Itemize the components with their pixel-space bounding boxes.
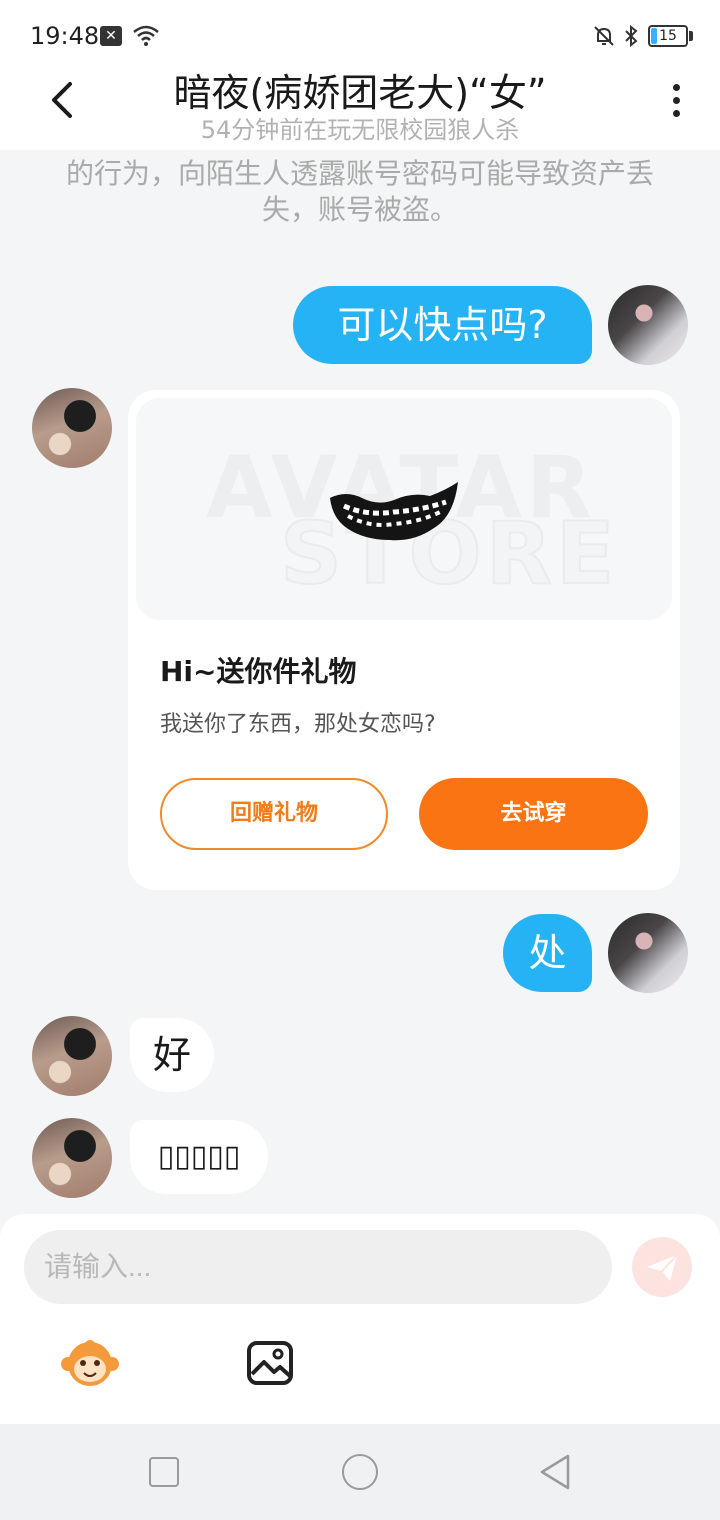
return-gift-button[interactable]: 回赠礼物	[160, 778, 388, 850]
more-vertical-icon[interactable]	[664, 84, 688, 124]
message-bubble-incoming[interactable]: ▯▯▯▯▯	[130, 1120, 268, 1194]
message-bubble-outgoing[interactable]: 处	[503, 914, 592, 992]
monkey-emoji-icon[interactable]	[60, 1336, 120, 1388]
notification-x-icon: ✕	[100, 26, 122, 46]
gift-lips-icon	[330, 482, 458, 541]
security-notice: 谨防以买号、代充值、代练等名义索要账号和密码的行为，向陌生人透露账号密码可能导致…	[52, 150, 668, 226]
my-avatar[interactable]	[608, 913, 688, 993]
status-time: 19:48	[30, 22, 100, 50]
send-button[interactable]	[632, 1237, 692, 1297]
gift-card-description: 我送你了东西，那处女恋吗?	[160, 712, 436, 737]
contact-avatar[interactable]	[32, 1118, 112, 1198]
paper-plane-icon	[647, 1254, 678, 1281]
battery-text: 15	[659, 28, 677, 44]
recent-apps-icon[interactable]	[149, 1457, 179, 1487]
gift-image[interactable]: AVATAR STORE	[136, 398, 672, 620]
nav-back-icon[interactable]	[538, 1452, 572, 1492]
message-bubble-incoming[interactable]: 好	[130, 1018, 214, 1092]
contact-avatar[interactable]	[32, 1016, 112, 1096]
battery-indicator: 15	[648, 25, 688, 47]
chat-title: 暗夜(病娇团老大)“女”	[173, 71, 547, 115]
bluetooth-icon	[625, 24, 638, 48]
home-icon[interactable]	[342, 1454, 378, 1490]
contact-avatar[interactable]	[32, 388, 112, 468]
battery-level	[651, 28, 657, 44]
message-bubble-outgoing[interactable]: 可以快点吗?	[293, 286, 592, 364]
bell-mute-icon	[594, 26, 614, 46]
image-icon[interactable]	[246, 1340, 294, 1386]
message-input[interactable]	[24, 1230, 612, 1304]
wifi-icon	[133, 25, 159, 46]
battery-cap	[689, 31, 693, 41]
gift-card-title: Hi~送你件礼物	[160, 655, 357, 688]
my-avatar[interactable]	[608, 285, 688, 365]
chat-subtitle: 54分钟前在玩无限校园狼人杀	[200, 116, 520, 144]
security-notice-area: 谨防以买号、代充值、代练等名义索要账号和密码的行为，向陌生人透露账号密码可能导致…	[0, 150, 720, 250]
chevron-left-icon[interactable]	[46, 80, 80, 120]
try-on-button[interactable]: 去试穿	[419, 778, 648, 850]
